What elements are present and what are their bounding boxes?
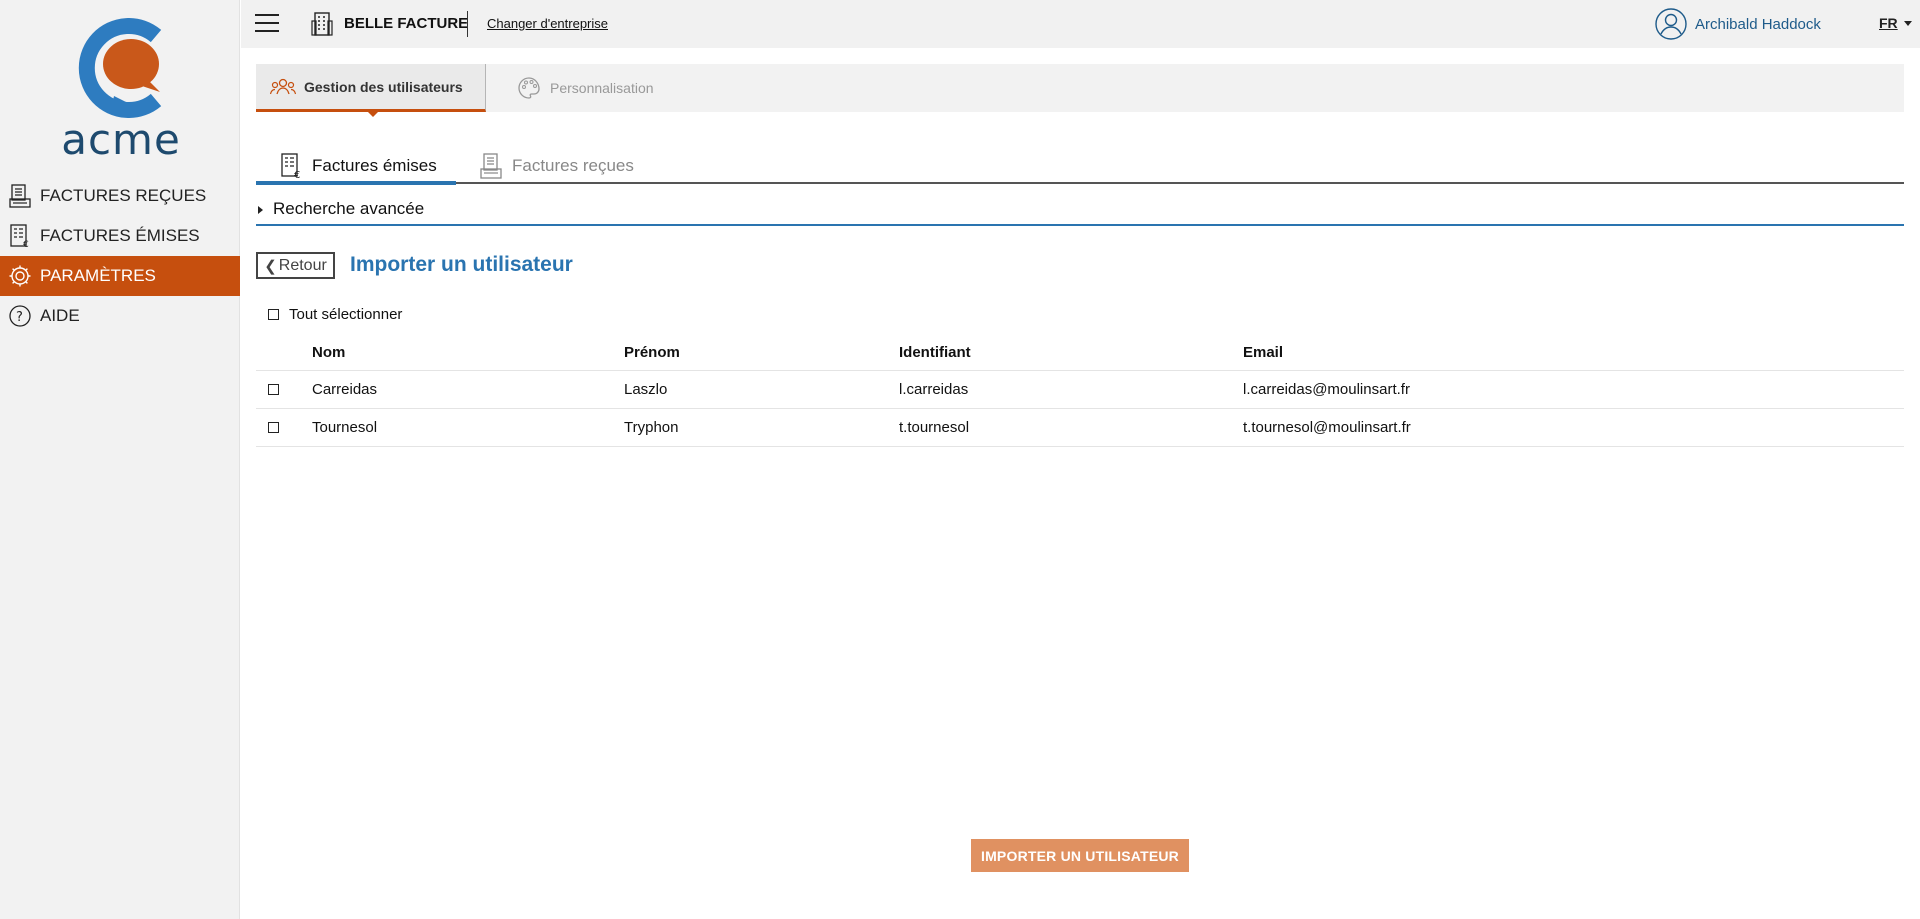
sidebar-item-factures-emises[interactable]: € FACTURES ÉMISES — [0, 216, 240, 256]
received-invoice-icon — [480, 153, 504, 179]
svg-text:€: € — [294, 170, 300, 179]
back-button[interactable]: ❮ Retour — [256, 252, 335, 279]
tab-user-management[interactable]: Gestion des utilisateurs — [256, 64, 486, 117]
row-checkbox-cell — [268, 409, 279, 446]
user-menu[interactable]: Archibald Haddock — [1655, 8, 1821, 40]
divider — [467, 11, 468, 37]
top-bar: BELLE FACTURE Changer d'entreprise Archi… — [241, 0, 1920, 48]
sidebar: acme FACTURES REÇUES € FACTURES ÉMISES P… — [0, 0, 240, 919]
cell-prenom: Tryphon — [624, 419, 679, 436]
sent-invoice-icon: € — [280, 153, 304, 179]
gear-icon — [8, 264, 32, 288]
column-header-identifiant[interactable]: Identifiant — [899, 335, 971, 370]
tab-label: Personnalisation — [550, 80, 654, 96]
users-table: Nom Prénom Identifiant Email Carreidas L… — [256, 335, 1904, 447]
cell-email: t.tournesol@moulinsart.fr — [1243, 419, 1411, 436]
import-user-button[interactable]: IMPORTER UN UTILISATEUR — [971, 839, 1189, 872]
language-selector[interactable]: FR — [1879, 15, 1912, 31]
page-title: Importer un utilisateur — [350, 253, 573, 276]
svg-text:?: ? — [16, 310, 23, 325]
back-button-label: Retour — [278, 256, 327, 274]
acme-logo-mark — [78, 18, 162, 118]
cell-nom: Tournesol — [312, 419, 378, 436]
column-header-prenom[interactable]: Prénom — [624, 335, 680, 370]
received-invoice-icon — [8, 184, 32, 208]
sidebar-nav: FACTURES REÇUES € FACTURES ÉMISES PARAMÈ… — [0, 176, 240, 336]
column-header-nom[interactable]: Nom — [312, 335, 345, 370]
advanced-search-toggle[interactable]: Recherche avancée — [256, 199, 1904, 226]
user-avatar-icon — [1655, 8, 1687, 40]
help-icon: ? — [8, 304, 32, 328]
sidebar-item-aide[interactable]: ? AIDE — [0, 296, 240, 336]
sidebar-item-factures-recues[interactable]: FACTURES REÇUES — [0, 176, 240, 216]
invoice-tabs: € Factures émises Factures reçues — [256, 148, 1904, 185]
caret-right-icon — [258, 206, 263, 214]
select-all-checkbox[interactable] — [268, 309, 279, 320]
advanced-search-label: Recherche avancée — [273, 199, 425, 218]
tab-personalisation[interactable]: Personnalisation — [516, 64, 654, 112]
cell-email: l.carreidas@moulinsart.fr — [1243, 381, 1410, 398]
sidebar-item-parametres[interactable]: PARAMÈTRES — [0, 256, 240, 296]
language-label: FR — [1879, 15, 1898, 31]
cell-nom: Carreidas — [312, 381, 378, 398]
select-all-label: Tout sélectionner — [289, 306, 403, 323]
sidebar-item-label: FACTURES ÉMISES — [40, 226, 200, 245]
cell-identifiant: l.carreidas — [899, 381, 969, 398]
row-checkbox[interactable] — [268, 384, 279, 395]
select-all[interactable]: Tout sélectionner — [268, 306, 402, 323]
table-row[interactable]: Tournesol Tryphon t.tournesol t.tourneso… — [256, 409, 1904, 447]
tab-factures-emises[interactable]: € Factures émises — [280, 148, 437, 184]
sidebar-item-label: AIDE — [40, 306, 80, 325]
sent-invoice-icon: € — [8, 224, 32, 248]
hamburger-menu-icon[interactable] — [255, 14, 279, 34]
row-checkbox-cell — [268, 371, 279, 408]
active-tab-notch — [368, 112, 378, 117]
company-name: BELLE FACTURE — [344, 15, 469, 32]
logo-text: acme — [61, 115, 181, 164]
table-row[interactable]: Carreidas Laszlo l.carreidas l.carreidas… — [256, 371, 1904, 409]
palette-icon — [516, 75, 542, 101]
chevron-left-icon: ❮ — [264, 257, 277, 275]
user-name: Archibald Haddock — [1695, 15, 1821, 33]
sidebar-item-label: FACTURES REÇUES — [40, 186, 207, 205]
sidebar-item-label: PARAMÈTRES — [40, 266, 156, 285]
cell-identifiant: t.tournesol — [899, 419, 970, 436]
users-icon — [270, 74, 296, 100]
column-header-email[interactable]: Email — [1243, 335, 1283, 370]
tab-factures-recues[interactable]: Factures reçues — [480, 148, 634, 184]
row-checkbox[interactable] — [268, 422, 279, 433]
settings-tabs: Gestion des utilisateurs Personnalisatio… — [256, 64, 1904, 117]
tab-label: Gestion des utilisateurs — [304, 78, 463, 95]
building-icon — [311, 12, 333, 36]
caret-down-icon — [1903, 20, 1912, 26]
cell-prenom: Laszlo — [624, 381, 668, 398]
table-header: Nom Prénom Identifiant Email — [256, 335, 1904, 371]
tab-label: Factures émises — [312, 156, 437, 175]
switch-company-link[interactable]: Changer d'entreprise — [487, 16, 608, 31]
svg-text:€: € — [23, 240, 29, 248]
tab-label: Factures reçues — [512, 156, 634, 175]
acme-logo[interactable]: acme — [56, 18, 186, 164]
